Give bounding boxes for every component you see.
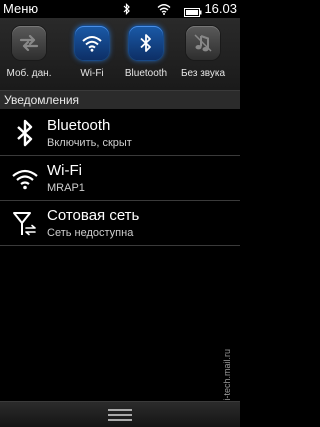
toggle-mobile-data-label: Моб. дан.	[6, 68, 52, 79]
notification-bluetooth[interactable]: Bluetooth Включить, скрыт	[0, 111, 240, 156]
toggle-wifi-label: Wi-Fi	[80, 68, 104, 79]
toggle-wifi[interactable]: Wi-Fi	[63, 24, 121, 88]
notification-subtitle: Включить, скрыт	[47, 137, 132, 149]
drag-handle-icon[interactable]	[108, 409, 132, 421]
toggle-bluetooth-button[interactable]	[129, 26, 163, 60]
clock: 16.03	[204, 1, 237, 16]
notification-subtitle: Сеть недоступна	[47, 227, 134, 239]
notification-screen: Меню 16.03 Моб. дан. Wi-Fi Bluetooth Без…	[0, 0, 240, 427]
bottom-drag-bar[interactable]	[0, 401, 240, 427]
notification-title: Сотовая сеть	[47, 207, 140, 224]
toggle-silent[interactable]: Без звука	[174, 24, 232, 88]
bluetooth-icon	[140, 34, 151, 52]
notification-wifi[interactable]: Wi-Fi MRAP1	[0, 156, 240, 201]
wifi-icon	[82, 36, 102, 52]
notification-cellular[interactable]: Сотовая сеть Сеть недоступна	[0, 201, 240, 246]
toggle-bluetooth[interactable]: Bluetooth	[117, 24, 175, 88]
wifi-icon	[12, 169, 38, 190]
cellular-network-icon	[13, 212, 36, 236]
notification-title: Bluetooth	[47, 117, 111, 134]
bluetooth-icon	[17, 119, 33, 147]
quick-toggles-panel: Моб. дан. Wi-Fi Bluetooth Без звука	[0, 18, 240, 91]
watermark: © hi-tech.mail.ru	[222, 348, 232, 418]
notification-subtitle: MRAP1	[47, 182, 85, 194]
status-bar: Меню 16.03	[0, 0, 240, 18]
notification-title: Wi-Fi	[47, 162, 82, 179]
section-header-notifications: Уведомления	[0, 91, 240, 109]
toggle-silent-button[interactable]	[186, 26, 220, 60]
toggle-mobile-data-button[interactable]	[12, 26, 46, 60]
silent-icon	[194, 34, 212, 52]
mobile-data-icon	[19, 35, 39, 51]
section-title: Уведомления	[4, 93, 80, 107]
menu-button[interactable]: Меню	[3, 1, 38, 16]
toggle-wifi-button[interactable]	[75, 26, 109, 60]
toggle-bluetooth-label: Bluetooth	[124, 68, 168, 79]
toggle-mobile-data[interactable]: Моб. дан.	[0, 24, 58, 88]
toggle-silent-label: Без звука	[180, 68, 226, 79]
